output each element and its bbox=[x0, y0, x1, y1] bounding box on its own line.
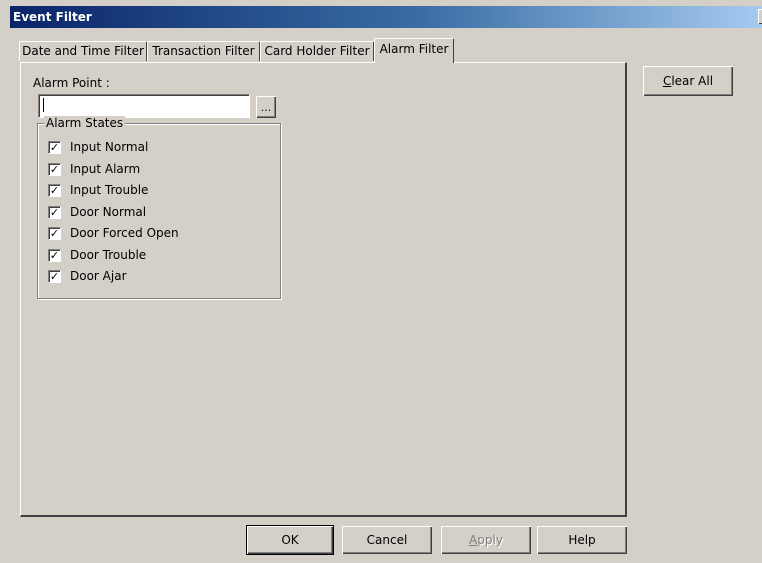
cancel-button[interactable]: Cancel bbox=[342, 526, 432, 554]
alarm-point-browse-button[interactable]: ... bbox=[256, 96, 276, 118]
tab-card-holder-filter[interactable]: Card Holder Filter bbox=[260, 41, 374, 61]
tab-label: Date and Time Filter bbox=[22, 44, 144, 58]
apply-button[interactable]: Apply bbox=[441, 526, 531, 554]
apply-label: pply bbox=[477, 533, 503, 547]
ok-button[interactable]: OK bbox=[246, 525, 334, 555]
title-bar: Event Filter × bbox=[10, 6, 762, 28]
checkbox-icon[interactable]: ✓ bbox=[48, 163, 61, 176]
checkbox-label: Door Forced Open bbox=[70, 226, 179, 240]
checkbox-label: Input Normal bbox=[70, 140, 149, 154]
tab-label: Alarm Filter bbox=[379, 42, 449, 56]
checkbox-label: Door Trouble bbox=[70, 248, 147, 262]
close-button[interactable]: × bbox=[758, 9, 762, 24]
checkbox-icon[interactable]: ✓ bbox=[48, 270, 61, 283]
help-label: Help bbox=[568, 533, 596, 547]
text-caret bbox=[43, 98, 44, 112]
event-filter-dialog: Date and Time Filter Transaction Filter … bbox=[10, 28, 762, 563]
alarm-point-label: Alarm Point : bbox=[33, 76, 110, 90]
tab-alarm-filter[interactable]: Alarm Filter bbox=[374, 38, 454, 63]
checkbox-label: Door Normal bbox=[70, 205, 147, 219]
alarm-states-title: Alarm States bbox=[44, 116, 126, 130]
tab-transaction-filter[interactable]: Transaction Filter bbox=[147, 41, 260, 61]
checkbox-label: Input Trouble bbox=[70, 183, 149, 197]
clear-all-button[interactable]: Clear All bbox=[643, 66, 733, 96]
alarm-states-group: Alarm States ✓ Input Normal ✓ Input Alar… bbox=[37, 116, 281, 299]
ok-label: OK bbox=[281, 533, 299, 547]
alarm-point-input[interactable] bbox=[38, 94, 250, 118]
cancel-label: Cancel bbox=[366, 533, 408, 547]
checkbox-icon[interactable]: ✓ bbox=[48, 206, 61, 219]
checkbox-icon[interactable]: ✓ bbox=[48, 227, 61, 240]
alarm-filter-panel: Alarm Point : ... Alarm States ✓ Input N… bbox=[20, 62, 627, 517]
clear-all-label: lear All bbox=[671, 74, 714, 88]
help-button[interactable]: Help bbox=[537, 526, 627, 554]
checkbox-icon[interactable]: ✓ bbox=[48, 184, 61, 197]
checkbox-label: Input Alarm bbox=[70, 162, 141, 176]
ellipsis-icon: ... bbox=[260, 101, 272, 114]
window-title: Event Filter bbox=[13, 10, 92, 24]
checkbox-icon[interactable]: ✓ bbox=[48, 141, 61, 154]
tab-label: Card Holder Filter bbox=[264, 44, 370, 58]
checkbox-label: Door Ajar bbox=[70, 269, 127, 283]
tab-label: Transaction Filter bbox=[152, 44, 255, 58]
tab-date-and-time-filter[interactable]: Date and Time Filter bbox=[19, 41, 147, 61]
checkbox-icon[interactable]: ✓ bbox=[48, 249, 61, 262]
